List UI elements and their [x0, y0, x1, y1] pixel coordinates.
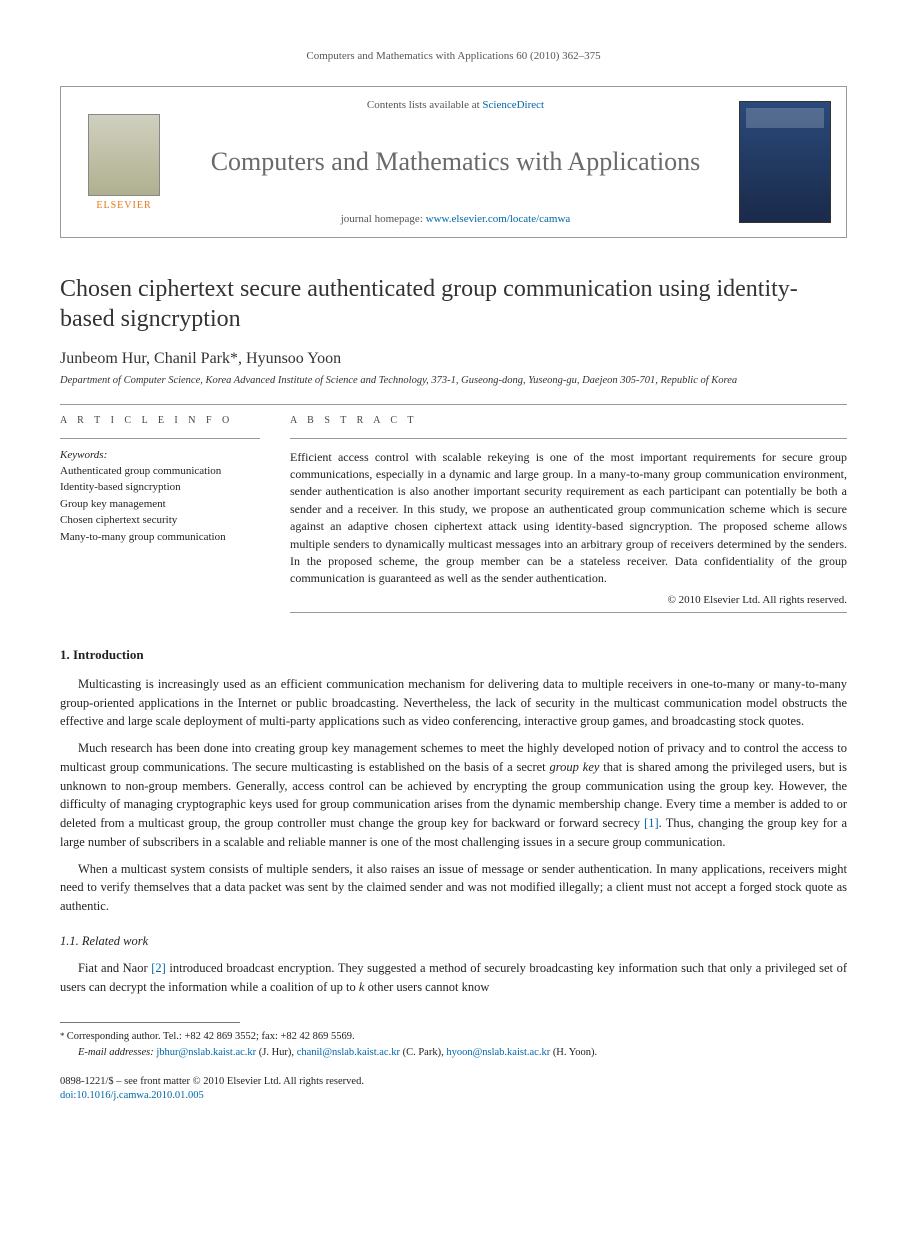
email-link[interactable]: jbhur@nslab.kaist.ac.kr [156, 1047, 256, 1058]
keywords-list: Authenticated group communication Identi… [60, 463, 260, 546]
email-label: E-mail addresses: [78, 1047, 154, 1058]
body-text: Fiat and Naor [2] introduced broadcast e… [60, 959, 847, 997]
italic-term: group key [550, 760, 600, 774]
email-who: (H. Yoon). [550, 1047, 597, 1058]
email-who: (C. Park), [400, 1047, 446, 1058]
email-line: E-mail addresses: jbhur@nslab.kaist.ac.k… [60, 1045, 847, 1061]
keyword-item: Group key management [60, 496, 260, 513]
paragraph: Much research has been done into creatin… [60, 739, 847, 852]
homepage-link[interactable]: www.elsevier.com/locate/camwa [426, 213, 571, 225]
text-run: Fiat and Naor [78, 961, 151, 975]
keywords-label: Keywords: [60, 449, 260, 461]
abstract-copyright: © 2010 Elsevier Ltd. All rights reserved… [290, 594, 847, 606]
journal-name: Computers and Mathematics with Applicati… [195, 147, 716, 177]
body-text: Multicasting is increasingly used as an … [60, 675, 847, 916]
article-info-heading: A R T I C L E I N F O [60, 415, 260, 426]
elsevier-tree-icon [88, 114, 160, 196]
abstract-text: Efficient access control with scalable r… [290, 449, 847, 588]
contents-prefix: Contents lists available at [367, 99, 482, 111]
homepage-prefix: journal homepage: [341, 213, 426, 225]
paragraph: When a multicast system consists of mult… [60, 860, 847, 916]
divider [290, 612, 847, 613]
citation-link[interactable]: [1] [644, 816, 659, 830]
issn-line: 0898-1221/$ – see front matter © 2010 El… [60, 1075, 847, 1090]
footnotes: * Corresponding author. Tel.: +82 42 869… [60, 1029, 847, 1061]
subsection-heading-related: 1.1. Related work [60, 934, 847, 949]
paragraph: Multicasting is increasingly used as an … [60, 675, 847, 731]
asterisk-icon: * [60, 1031, 67, 1041]
email-who: (J. Hur), [256, 1047, 297, 1058]
divider [290, 438, 847, 439]
elsevier-label: ELSEVIER [96, 200, 151, 211]
corr-text: Corresponding author. Tel.: +82 42 869 3… [67, 1031, 355, 1042]
paper-title: Chosen ciphertext secure authenticated g… [60, 274, 847, 334]
publisher-logo-block: ELSEVIER [61, 87, 187, 237]
article-info-row: A R T I C L E I N F O Keywords: Authenti… [60, 415, 847, 623]
citation-link[interactable]: [2] [151, 961, 166, 975]
corresponding-author-note: * Corresponding author. Tel.: +82 42 869… [60, 1029, 847, 1045]
keyword-item: Many-to-many group communication [60, 529, 260, 546]
article-info-column: A R T I C L E I N F O Keywords: Authenti… [60, 415, 260, 623]
email-link[interactable]: hyoon@nslab.kaist.ac.kr [446, 1047, 550, 1058]
keyword-item: Chosen ciphertext security [60, 512, 260, 529]
doi-link[interactable]: doi:10.1016/j.camwa.2010.01.005 [60, 1090, 204, 1101]
bottom-publication-block: 0898-1221/$ – see front matter © 2010 El… [60, 1075, 847, 1104]
keyword-item: Identity-based signcryption [60, 479, 260, 496]
abstract-heading: A B S T R A C T [290, 415, 847, 426]
contents-line: Contents lists available at ScienceDirec… [195, 99, 716, 111]
running-header: Computers and Mathematics with Applicati… [60, 50, 847, 62]
homepage-line: journal homepage: www.elsevier.com/locat… [195, 213, 716, 225]
affiliation: Department of Computer Science, Korea Ad… [60, 374, 847, 388]
text-run: other users cannot know [364, 980, 489, 994]
divider [60, 438, 260, 439]
abstract-column: A B S T R A C T Efficient access control… [290, 415, 847, 623]
banner-cover [724, 87, 846, 237]
banner-center: Contents lists available at ScienceDirec… [187, 87, 724, 237]
authors-line: Junbeom Hur, Chanil Park*, Hyunsoo Yoon [60, 350, 847, 368]
journal-banner: ELSEVIER Contents lists available at Sci… [60, 86, 847, 238]
section-heading-intro: 1. Introduction [60, 647, 847, 663]
sciencedirect-link[interactable]: ScienceDirect [482, 99, 544, 111]
email-link[interactable]: chanil@nslab.kaist.ac.kr [297, 1047, 400, 1058]
footnote-separator [60, 1022, 240, 1023]
journal-cover-icon [739, 101, 831, 223]
keyword-item: Authenticated group communication [60, 463, 260, 480]
divider [60, 404, 847, 405]
paper-page: Computers and Mathematics with Applicati… [0, 0, 907, 1144]
paragraph: Fiat and Naor [2] introduced broadcast e… [60, 959, 847, 997]
